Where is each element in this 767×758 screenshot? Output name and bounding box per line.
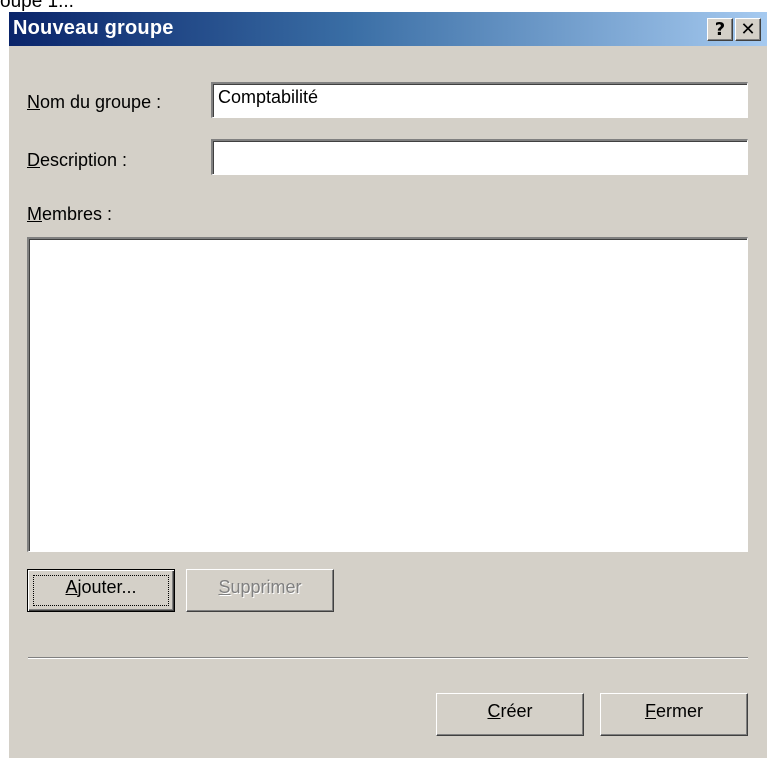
close-button[interactable]: Fermer xyxy=(600,693,748,736)
group-name-label: Nom du groupe : xyxy=(27,92,161,113)
close-icon: ✕ xyxy=(740,19,756,40)
window-title: Nouveau groupe xyxy=(13,17,174,39)
focus-indicator xyxy=(33,575,169,606)
group-name-label-accelerator: N xyxy=(27,92,40,112)
members-label: Membres : xyxy=(27,204,112,225)
background-text-snippet: oupe 1... xyxy=(0,0,74,12)
remove-member-button[interactable]: Supprimer xyxy=(186,569,334,612)
description-label: Description : xyxy=(27,150,127,171)
members-label-text: embres : xyxy=(42,204,113,224)
group-name-label-text: om du groupe : xyxy=(40,92,162,112)
group-name-input[interactable]: Comptabilité xyxy=(211,82,748,118)
description-input[interactable] xyxy=(211,139,748,175)
remove-member-button-label: Supprimer xyxy=(218,577,302,597)
page: oupe 1... Nouveau groupe ? ✕ Nom du grou… xyxy=(0,0,767,758)
separator xyxy=(28,657,748,659)
create-button[interactable]: Créer xyxy=(436,693,584,736)
help-icon: ? xyxy=(714,19,726,40)
close-button-label: Fermer xyxy=(644,701,703,721)
description-label-accelerator: D xyxy=(27,150,40,170)
help-button[interactable]: ? xyxy=(707,18,733,41)
add-member-button[interactable]: Ajouter... xyxy=(27,569,175,612)
title-bar[interactable]: Nouveau groupe ? ✕ xyxy=(9,12,767,46)
members-label-accelerator: M xyxy=(27,204,42,224)
description-label-text: escription : xyxy=(40,150,128,170)
new-group-dialog: Nouveau groupe ? ✕ Nom du groupe : Compt… xyxy=(8,11,767,758)
create-button-label: Créer xyxy=(487,701,533,721)
close-window-button[interactable]: ✕ xyxy=(735,18,761,41)
members-list[interactable] xyxy=(27,237,748,552)
